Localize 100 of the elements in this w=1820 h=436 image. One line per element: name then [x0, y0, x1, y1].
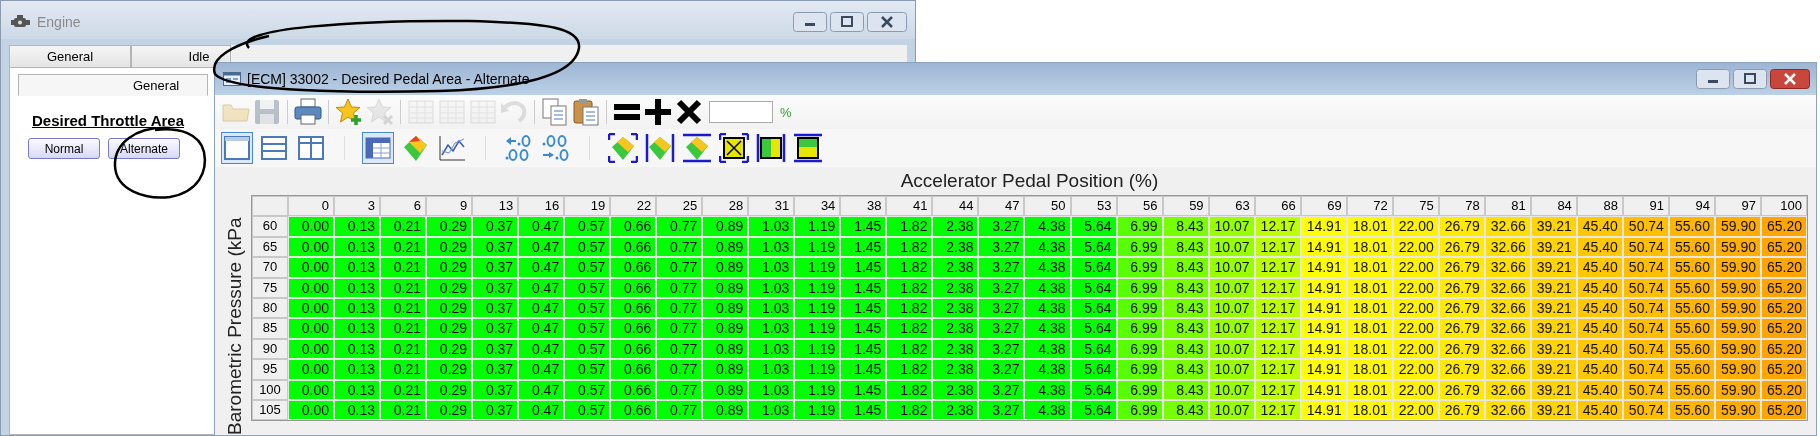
table-cell[interactable]: 0.13: [334, 277, 381, 298]
table-cell[interactable]: 0.57: [564, 257, 611, 278]
close-button[interactable]: [867, 12, 907, 32]
table-cell[interactable]: 0.13: [334, 257, 381, 278]
table-cell[interactable]: 0.29: [426, 318, 473, 339]
table-cell[interactable]: 1.45: [840, 359, 887, 380]
table-cell[interactable]: 0.66: [610, 399, 657, 421]
table-cell[interactable]: 1.03: [748, 277, 795, 298]
table-cell[interactable]: 1.19: [794, 359, 841, 380]
table-cell[interactable]: 0.21: [380, 257, 427, 278]
table-cell[interactable]: 0.29: [426, 297, 473, 319]
table-cell[interactable]: 59.90: [1714, 318, 1761, 339]
table-cell[interactable]: 0.13: [334, 338, 381, 360]
table-cell[interactable]: 4.38: [1024, 236, 1071, 258]
table-cell[interactable]: 0.57: [564, 399, 611, 421]
table-cell[interactable]: 3.27: [978, 216, 1025, 237]
table-cell[interactable]: 2.38: [932, 257, 979, 278]
table-cell[interactable]: 1.82: [886, 338, 933, 360]
table-cell[interactable]: 8.43: [1162, 318, 1209, 339]
table-cell[interactable]: 0.77: [656, 277, 703, 298]
table-cell[interactable]: 0.00: [288, 297, 334, 319]
side-bars-box-icon[interactable]: [755, 132, 787, 164]
table-cell[interactable]: 3.27: [978, 236, 1025, 258]
table-cell[interactable]: 5.64: [1070, 257, 1117, 278]
table-cell[interactable]: 22.00: [1392, 216, 1439, 237]
table-cell[interactable]: 0.21: [380, 297, 427, 319]
table-cell[interactable]: 2.38: [932, 216, 979, 237]
table-cell[interactable]: 45.40: [1576, 359, 1623, 380]
star-plus-icon[interactable]: [334, 97, 364, 127]
table-cell[interactable]: 65.20: [1760, 359, 1807, 380]
table-cell[interactable]: 0.13: [334, 379, 381, 400]
table-cell[interactable]: 0.13: [334, 297, 381, 319]
table-cell[interactable]: 1.45: [840, 257, 887, 278]
table-cell[interactable]: 0.00: [288, 216, 334, 237]
table-cell[interactable]: 6.99: [1116, 257, 1163, 278]
table-cell[interactable]: 12.17: [1254, 359, 1301, 380]
table-cell[interactable]: 3.27: [978, 338, 1025, 360]
maximize-button[interactable]: [1733, 69, 1767, 89]
table-cell[interactable]: 0.00: [288, 318, 334, 339]
table-cell[interactable]: 1.82: [886, 359, 933, 380]
table-cell[interactable]: 4.38: [1024, 338, 1071, 360]
table-cell[interactable]: 1.82: [886, 277, 933, 298]
table-cell[interactable]: 0.47: [518, 236, 565, 258]
table-cell[interactable]: 1.03: [748, 338, 795, 360]
table-cell[interactable]: 0.37: [472, 257, 519, 278]
table-cell[interactable]: 3.27: [978, 277, 1025, 298]
table-cell[interactable]: 2.38: [932, 318, 979, 339]
table-cell[interactable]: 0.00: [288, 277, 334, 298]
table-cell[interactable]: 1.82: [886, 236, 933, 258]
table-cell[interactable]: 55.60: [1668, 257, 1715, 278]
single-pane-icon[interactable]: [221, 132, 253, 164]
table-cell[interactable]: 0.66: [610, 236, 657, 258]
table-cell[interactable]: 0.47: [518, 318, 565, 339]
table-cell[interactable]: 0.89: [702, 277, 749, 298]
table-cell[interactable]: 0.00: [288, 359, 334, 380]
table-cell[interactable]: 26.79: [1438, 216, 1485, 237]
table-cell[interactable]: 1.19: [794, 379, 841, 400]
table-cell[interactable]: 32.66: [1484, 216, 1531, 237]
table-cell[interactable]: 0.47: [518, 379, 565, 400]
table-cell[interactable]: 0.66: [610, 216, 657, 237]
table-cell[interactable]: 0.89: [702, 297, 749, 319]
table-cell[interactable]: 10.07: [1208, 318, 1255, 339]
minimize-button[interactable]: [793, 12, 827, 32]
table-cell[interactable]: 0.37: [472, 297, 519, 319]
table-cell[interactable]: 1.03: [748, 216, 795, 237]
table-cell[interactable]: 0.37: [472, 236, 519, 258]
times-icon[interactable]: [674, 97, 704, 127]
table-cell[interactable]: 0.66: [610, 297, 657, 319]
table-cell[interactable]: 3.27: [978, 379, 1025, 400]
table-cell[interactable]: 22.00: [1392, 359, 1439, 380]
table-cell[interactable]: 45.40: [1576, 216, 1623, 237]
table-cell[interactable]: 0.37: [472, 338, 519, 360]
table-cell[interactable]: 1.82: [886, 297, 933, 319]
table-cell[interactable]: 0.77: [656, 359, 703, 380]
table-cell[interactable]: 6.99: [1116, 318, 1163, 339]
table-cell[interactable]: 39.21: [1530, 318, 1577, 339]
table-cell[interactable]: 12.17: [1254, 318, 1301, 339]
table-cell[interactable]: 0.29: [426, 399, 473, 421]
table-cell[interactable]: 18.01: [1346, 216, 1393, 237]
table-cell[interactable]: 3.27: [978, 318, 1025, 339]
table-cell[interactable]: 0.57: [564, 359, 611, 380]
table-cell[interactable]: 0.89: [702, 216, 749, 237]
table-cell[interactable]: 5.64: [1070, 216, 1117, 237]
table-cell[interactable]: 0.47: [518, 277, 565, 298]
table-cell[interactable]: 65.20: [1760, 318, 1807, 339]
table-cell[interactable]: 0.57: [564, 318, 611, 339]
mode-button[interactable]: Normal: [28, 138, 100, 159]
table-cell[interactable]: 0.21: [380, 338, 427, 360]
table-cell[interactable]: 1.19: [794, 297, 841, 319]
table-cell[interactable]: 55.60: [1668, 318, 1715, 339]
table-cell[interactable]: 0.13: [334, 318, 381, 339]
table-cell[interactable]: 0.47: [518, 399, 565, 421]
table-cell[interactable]: 10.07: [1208, 216, 1255, 237]
table-cell[interactable]: 6.99: [1116, 359, 1163, 380]
table-cell[interactable]: 0.89: [702, 338, 749, 360]
table-cell[interactable]: 1.03: [748, 359, 795, 380]
table-cell[interactable]: 12.17: [1254, 257, 1301, 278]
table-cell[interactable]: 1.19: [794, 318, 841, 339]
table-cell[interactable]: 4.38: [1024, 359, 1071, 380]
table-cell[interactable]: 59.90: [1714, 216, 1761, 237]
